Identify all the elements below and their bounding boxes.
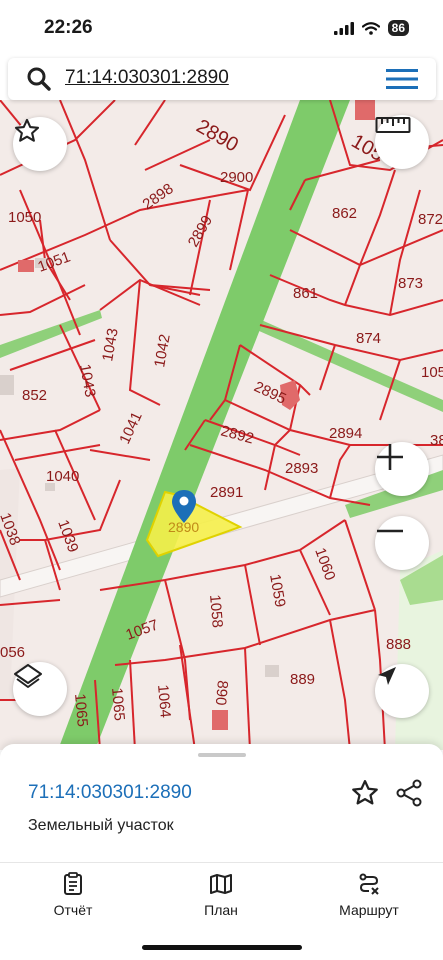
report-icon [64,872,82,895]
sheet-drag-handle[interactable] [198,753,246,757]
plus-icon [377,444,403,470]
tab-report-label: Отчёт [53,902,93,918]
plot-label: 1065 [71,693,91,728]
building [18,260,34,272]
plot-label: 2900 [220,169,253,186]
plot-label: 105 [421,364,443,381]
plot-label: 862 [332,205,357,222]
ruler-icon [375,117,411,133]
cadastral-map[interactable]: 2900 2898 2899 2890 1050 1051 862 872 86… [0,100,443,750]
search-icon[interactable] [26,66,52,92]
minus-icon [377,529,403,533]
building [212,710,228,730]
plot-label: 888 [386,636,411,653]
search-bar[interactable]: 71:14:030301:2890 [8,58,436,100]
plot-label: 873 [398,275,423,292]
plot-label: 889 [290,671,315,688]
star-icon [14,118,40,142]
plot-label: 890 [212,680,231,706]
tab-route-label: Маршрут [339,902,399,918]
plot-label: 1058 [206,594,226,629]
tab-report[interactable]: Отчёт [18,872,128,918]
plot-label: 056 [0,644,25,661]
plot-label: 2894 [329,425,362,442]
plot-label: 852 [22,387,47,404]
plot-label: 1040 [46,468,79,485]
plot-label: 2893 [285,460,318,477]
plot-label: 1050 [8,209,41,226]
sheet-divider [0,862,443,863]
parcel-info-sheet[interactable]: 71:14:030301:2890 Земельный участок Отчё… [0,744,443,960]
signal-icon [333,21,354,35]
status-icons: 86 [333,20,409,36]
route-icon [359,873,379,895]
ruler-button[interactable] [375,115,429,169]
menu-icon[interactable] [386,68,418,90]
navigation-arrow-icon [378,667,396,685]
plot-label: 872 [418,211,443,228]
plot-label: 861 [293,285,318,302]
favorite-map-button[interactable] [13,117,67,171]
zoom-in-button[interactable] [375,442,429,496]
plot-label: 874 [356,330,381,347]
status-time: 22:26 [44,17,93,38]
battery-indicator: 86 [387,20,409,36]
parcel-type: Земельный участок [28,817,174,834]
tab-plan-label: План [204,902,238,918]
map-canvas[interactable]: 2900 2898 2899 2890 1050 1051 862 872 86… [0,100,443,750]
tab-plan[interactable]: План [166,872,276,918]
plot-label: 38 [430,432,443,449]
map-icon [210,874,232,894]
parcel-cadastral-number[interactable]: 71:14:030301:2890 [28,782,192,804]
layers-icon [14,664,42,688]
plot-label: 2891 [210,484,243,501]
plot-label: 1064 [154,684,174,719]
layers-button[interactable] [13,662,67,716]
my-location-button[interactable] [375,664,429,718]
share-icon[interactable] [394,778,424,808]
favorite-star-icon[interactable] [350,778,380,808]
home-indicator[interactable] [142,945,302,950]
status-bar: 22:26 86 [0,0,443,56]
zoom-out-button[interactable] [375,516,429,570]
tab-route[interactable]: Маршрут [314,872,424,918]
search-query[interactable]: 71:14:030301:2890 [65,67,229,89]
plot-label: 1065 [108,687,128,722]
wifi-icon [361,21,380,35]
